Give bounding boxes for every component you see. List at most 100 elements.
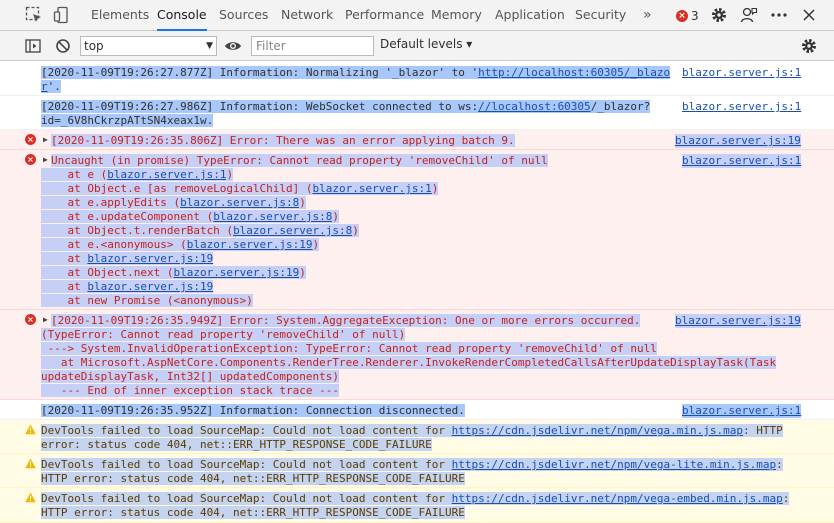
message-text-part: '. — [47, 80, 61, 93]
source-link[interactable]: blazor.server.js:1 — [682, 66, 801, 80]
stack-frame: at blazor.server.js:19 — [41, 252, 214, 266]
message-text-part: /_blazor? — [590, 100, 651, 113]
message-text-part: : — [782, 492, 790, 505]
stack-frame-link[interactable]: blazor.server.js:8 — [180, 196, 300, 209]
stack-frame-link[interactable]: blazor.server.js:19 — [186, 238, 313, 251]
expand-triangle-icon[interactable]: ▶ — [43, 135, 48, 144]
stack-frame-link[interactable]: blazor.server.js:8 — [213, 210, 333, 223]
message-text-continued: updateDisplayTask, Int32[] updatedCompon… — [41, 370, 340, 384]
message-link[interactable]: https://cdn.jsdelivr.net/npm/vega-embed.… — [451, 492, 783, 505]
expand-triangle-icon[interactable]: ▶ — [43, 315, 48, 324]
message-text-part: (TypeError: Cannot read property 'remove… — [41, 328, 406, 341]
stack-frame-link[interactable]: blazor.server.js:19 — [173, 266, 300, 279]
more-tabs-button[interactable]: » — [643, 0, 652, 31]
clear-console-icon[interactable] — [54, 37, 72, 55]
close-devtools-icon[interactable] — [800, 6, 818, 24]
message-text-part: [2020-11-09T19:26:35.949Z] Error: System… — [51, 314, 641, 327]
sidebar-toggle-icon[interactable] — [24, 37, 42, 55]
stack-frame-link[interactable]: blazor.server.js:19 — [87, 280, 214, 293]
message-text-part: : HTTP — [743, 424, 783, 437]
message-text: [2020-11-09T19:26:35.806Z] Error: There … — [51, 134, 515, 148]
stack-frame-text: ) — [352, 224, 359, 237]
source-link[interactable]: blazor.server.js:1 — [682, 100, 801, 114]
message-text-part: --- End of inner exception stack trace -… — [41, 384, 340, 397]
tab-security[interactable]: Security — [575, 0, 626, 31]
stack-frame: at e.updateComponent (blazor.server.js:8… — [41, 210, 340, 224]
console-message-info: [2020-11-09T19:26:27.986Z] Information: … — [0, 96, 834, 130]
tab-application[interactable]: Application — [495, 0, 565, 31]
message-text-continued: error: status code 404, net::ERR_HTTP_RE… — [41, 438, 432, 452]
message-text-part: ---> System.InvalidOperationException: T… — [41, 342, 657, 355]
settings-gear-icon[interactable] — [710, 6, 728, 24]
console-messages[interactable]: [2020-11-09T19:26:27.877Z] Information: … — [0, 62, 834, 523]
error-count-badge[interactable]: × 3 — [676, 8, 699, 24]
stack-frame-link[interactable]: blazor.server.js:1 — [312, 182, 432, 195]
stack-frame-text: at Object.t.renderBatch ( — [41, 224, 234, 237]
tab-performance[interactable]: Performance — [345, 0, 424, 31]
message-text: DevTools failed to load SourceMap: Could… — [41, 492, 790, 506]
error-count: 3 — [691, 9, 699, 23]
message-text-part: DevTools failed to load SourceMap: Could… — [41, 458, 452, 471]
stack-frame-text: ) — [332, 210, 340, 223]
device-toolbar-icon[interactable] — [53, 6, 71, 24]
stack-frame-link[interactable]: blazor.server.js:1 — [107, 168, 227, 181]
message-text-part: updateDisplayTask, Int32[] updatedCompon… — [41, 370, 340, 383]
filter-input[interactable] — [251, 36, 374, 56]
stack-frame-link[interactable]: blazor.server.js:8 — [233, 224, 353, 237]
stack-frame-text: at e ( — [41, 168, 108, 181]
message-text-part: [2020-11-09T19:26:27.877Z] Information: … — [41, 66, 479, 79]
console-toolbar: top ▼ Default levels ▾ — [0, 31, 834, 61]
source-link[interactable]: blazor.server.js:1 — [682, 154, 802, 168]
inspect-element-icon[interactable] — [25, 6, 43, 24]
message-text: [2020-11-09T19:26:27.877Z] Information: … — [41, 66, 671, 80]
message-text: [2020-11-09T19:26:27.986Z] Information: … — [41, 100, 651, 114]
tab-sources[interactable]: Sources — [219, 0, 268, 31]
source-link[interactable]: blazor.server.js:19 — [675, 314, 801, 328]
stack-frame-text: at Object.next ( — [41, 266, 174, 279]
source-link[interactable]: blazor.server.js:19 — [675, 134, 801, 148]
message-text-part: DevTools failed to load SourceMap: Could… — [41, 492, 452, 505]
message-text-part: [2020-11-09T19:26:35.806Z] Error: There … — [51, 134, 515, 147]
message-text-continued: at Microsoft.AspNetCore.Components.Rende… — [41, 356, 777, 370]
feedback-icon[interactable] — [740, 6, 758, 24]
more-options-icon[interactable] — [770, 6, 788, 24]
tab-console[interactable]: Console — [157, 0, 207, 31]
message-link[interactable]: https://cdn.jsdelivr.net/npm/vega-lite.m… — [451, 458, 777, 471]
message-text: DevTools failed to load SourceMap: Could… — [41, 458, 783, 472]
chevron-down-icon: ▼ — [206, 41, 213, 51]
log-levels-dropdown[interactable]: Default levels ▾ — [380, 37, 472, 51]
execution-context-select[interactable]: top ▼ — [80, 36, 217, 56]
stack-frame-text: at — [41, 252, 88, 265]
console-message-error: × ▶ [2020-11-09T19:26:35.949Z] Error: Sy… — [0, 310, 834, 400]
live-expression-eye-icon[interactable] — [224, 37, 242, 55]
message-link[interactable]: //localhost:60305 — [478, 100, 591, 113]
stack-frame: at e.<anonymous> (blazor.server.js:19) — [41, 238, 320, 252]
message-text-continued: --- End of inner exception stack trace -… — [41, 384, 340, 398]
warning-icon — [25, 424, 36, 435]
stack-frame-text: at e.applyEdits ( — [41, 196, 181, 209]
console-settings-gear-icon[interactable] — [800, 37, 818, 55]
message-text-part: HTTP error: status code 404, net::ERR_HT… — [41, 472, 465, 485]
message-link[interactable]: https://cdn.jsdelivr.net/npm/vega.min.js… — [451, 424, 744, 437]
message-text: DevTools failed to load SourceMap: Could… — [41, 424, 783, 438]
stack-frame-text: at new Promise (<anonymous>) — [41, 294, 253, 307]
message-text-part: : — [776, 458, 783, 471]
tab-elements[interactable]: Elements — [91, 0, 149, 31]
stack-frame-link[interactable]: blazor.server.js:19 — [87, 252, 214, 265]
message-link[interactable]: http://localhost:60305/_blazo — [478, 66, 671, 79]
message-text-part: [2020-11-09T19:26:35.952Z] Information: … — [41, 404, 465, 417]
stack-frame-text: ) — [431, 182, 439, 195]
devtools-tab-bar: Elements Console Sources Network Perform… — [0, 0, 834, 31]
warning-icon — [25, 458, 36, 469]
message-text-continued: r'. — [41, 80, 61, 94]
message-link[interactable]: r — [41, 80, 48, 93]
tab-memory[interactable]: Memory — [431, 0, 482, 31]
stack-frame-text: ) — [226, 168, 234, 181]
expand-triangle-icon[interactable]: ▶ — [43, 155, 48, 164]
stack-frame-text: at e.updateComponent ( — [41, 210, 214, 223]
message-text: Uncaught (in promise) TypeError: Cannot … — [51, 154, 548, 168]
tab-network[interactable]: Network — [281, 0, 333, 31]
source-link[interactable]: blazor.server.js:1 — [682, 404, 802, 418]
error-icon: × — [25, 134, 36, 145]
message-text-continued: ---> System.InvalidOperationException: T… — [41, 342, 657, 356]
